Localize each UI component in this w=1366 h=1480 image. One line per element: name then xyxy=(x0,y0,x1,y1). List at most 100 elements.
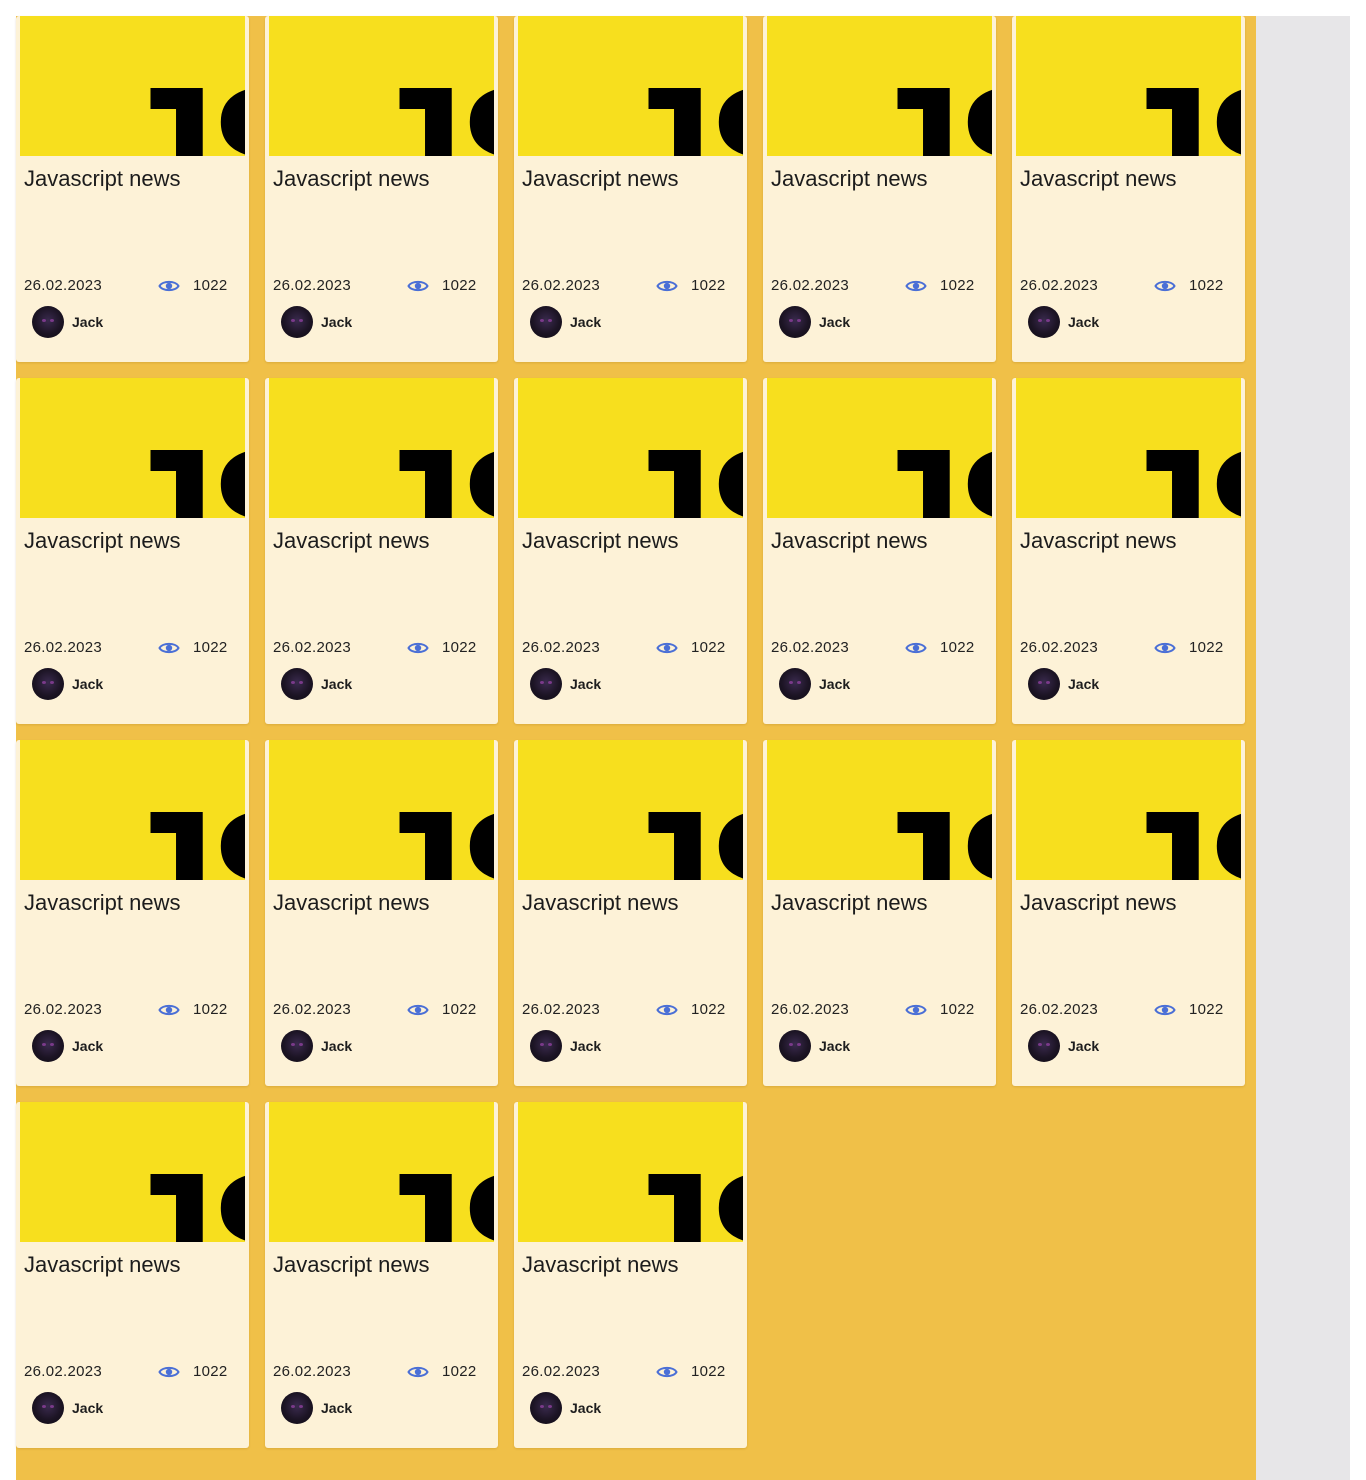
svg-text:JS: JS xyxy=(610,411,743,518)
news-card-author[interactable]: Jack xyxy=(819,676,850,692)
js-logo-image: JS xyxy=(767,16,992,156)
news-card-author[interactable]: Jack xyxy=(72,676,103,692)
news-card-author[interactable]: Jack xyxy=(570,1038,601,1054)
news-card-author[interactable]: Jack xyxy=(570,676,601,692)
avatar-eye xyxy=(50,319,54,322)
avatar-eye xyxy=(42,681,46,684)
news-card-title[interactable]: Javascript news xyxy=(24,1252,181,1278)
news-card-author[interactable]: Jack xyxy=(321,1038,352,1054)
avatar-eye xyxy=(42,319,46,322)
author-avatar[interactable] xyxy=(281,1030,313,1062)
author-avatar[interactable] xyxy=(779,668,811,700)
news-card-views: 1022 xyxy=(193,1001,228,1018)
news-card[interactable]: JS Javascript news 26.02.2023 1022 Jack xyxy=(514,378,747,724)
author-avatar[interactable] xyxy=(32,668,64,700)
news-card-image: JS xyxy=(767,16,992,156)
news-card[interactable]: JS Javascript news 26.02.2023 1022 Jack xyxy=(1012,16,1245,362)
news-card[interactable]: JS Javascript news 26.02.2023 1022 Jack xyxy=(265,16,498,362)
news-card-title[interactable]: Javascript news xyxy=(1020,528,1177,554)
news-card-author[interactable]: Jack xyxy=(321,314,352,330)
news-card-title[interactable]: Javascript news xyxy=(273,890,430,916)
news-card-author[interactable]: Jack xyxy=(321,1400,352,1416)
news-card-title[interactable]: Javascript news xyxy=(273,528,430,554)
news-card-author[interactable]: Jack xyxy=(1068,676,1099,692)
news-card[interactable]: JS Javascript news 26.02.2023 1022 Jack xyxy=(265,740,498,1086)
news-card[interactable]: JS Javascript news 26.02.2023 1022 Jack xyxy=(1012,378,1245,724)
news-card-title[interactable]: Javascript news xyxy=(522,890,679,916)
news-card-title[interactable]: Javascript news xyxy=(1020,166,1177,192)
news-card[interactable]: JS Javascript news 26.02.2023 1022 Jack xyxy=(514,740,747,1086)
author-avatar[interactable] xyxy=(32,1030,64,1062)
news-card[interactable]: JS Javascript news 26.02.2023 1022 Jack xyxy=(514,16,747,362)
news-card-title[interactable]: Javascript news xyxy=(522,1252,679,1278)
news-card[interactable]: JS Javascript news 26.02.2023 1022 Jack xyxy=(763,378,996,724)
news-card[interactable]: JS Javascript news 26.02.2023 1022 Jack xyxy=(1012,740,1245,1086)
avatar-eye xyxy=(1046,681,1050,684)
avatar-eye xyxy=(548,681,552,684)
author-avatar[interactable] xyxy=(281,668,313,700)
author-avatar[interactable] xyxy=(530,1030,562,1062)
news-card-image: JS xyxy=(269,740,494,880)
news-card-author[interactable]: Jack xyxy=(72,1400,103,1416)
avatar-eye xyxy=(540,681,544,684)
author-avatar[interactable] xyxy=(1028,668,1060,700)
avatar-eye xyxy=(797,681,801,684)
news-card-author[interactable]: Jack xyxy=(72,1038,103,1054)
author-avatar[interactable] xyxy=(281,1392,313,1424)
news-card-views: 1022 xyxy=(442,1363,477,1380)
news-card[interactable]: JS Javascript news 26.02.2023 1022 Jack xyxy=(763,740,996,1086)
news-card[interactable]: JS Javascript news 26.02.2023 1022 Jack xyxy=(16,378,249,724)
news-card-title[interactable]: Javascript news xyxy=(522,528,679,554)
news-card-author[interactable]: Jack xyxy=(819,314,850,330)
author-avatar[interactable] xyxy=(530,306,562,338)
news-card-title[interactable]: Javascript news xyxy=(273,166,430,192)
svg-text:JS: JS xyxy=(361,1135,494,1242)
author-avatar[interactable] xyxy=(779,306,811,338)
news-card-author[interactable]: Jack xyxy=(570,314,601,330)
news-card-title[interactable]: Javascript news xyxy=(24,890,181,916)
js-logo-image: JS xyxy=(20,740,245,880)
news-card-title[interactable]: Javascript news xyxy=(1020,890,1177,916)
eye-icon xyxy=(158,1366,180,1378)
news-card-author[interactable]: Jack xyxy=(321,676,352,692)
news-card[interactable]: JS Javascript news 26.02.2023 1022 Jack xyxy=(16,1102,249,1448)
avatar-eye xyxy=(797,319,801,322)
news-card-title[interactable]: Javascript news xyxy=(273,1252,430,1278)
news-card[interactable]: JS Javascript news 26.02.2023 1022 Jack xyxy=(763,16,996,362)
news-card-author[interactable]: Jack xyxy=(819,1038,850,1054)
avatar-eye xyxy=(299,319,303,322)
news-card[interactable]: JS Javascript news 26.02.2023 1022 Jack xyxy=(16,740,249,1086)
svg-text:JS: JS xyxy=(859,411,992,518)
news-card-author[interactable]: Jack xyxy=(570,1400,601,1416)
js-logo-image: JS xyxy=(20,1102,245,1242)
news-card-title[interactable]: Javascript news xyxy=(771,166,928,192)
news-card-title[interactable]: Javascript news xyxy=(771,528,928,554)
author-avatar[interactable] xyxy=(530,668,562,700)
author-avatar[interactable] xyxy=(530,1392,562,1424)
news-card-title[interactable]: Javascript news xyxy=(522,166,679,192)
news-card-title[interactable]: Javascript news xyxy=(771,890,928,916)
news-card[interactable]: JS Javascript news 26.02.2023 1022 Jack xyxy=(265,378,498,724)
author-avatar[interactable] xyxy=(32,1392,64,1424)
author-avatar[interactable] xyxy=(779,1030,811,1062)
news-card-views: 1022 xyxy=(442,1001,477,1018)
news-card-title[interactable]: Javascript news xyxy=(24,528,181,554)
author-avatar[interactable] xyxy=(1028,1030,1060,1062)
avatar-eye xyxy=(1038,1043,1042,1046)
news-card-author[interactable]: Jack xyxy=(1068,314,1099,330)
news-card-title[interactable]: Javascript news xyxy=(24,166,181,192)
news-grid: JS Javascript news 26.02.2023 1022 Jack … xyxy=(16,16,1245,1448)
news-card-image: JS xyxy=(518,1102,743,1242)
eye-icon xyxy=(656,280,678,292)
news-card[interactable]: JS Javascript news 26.02.2023 1022 Jack xyxy=(16,16,249,362)
author-avatar[interactable] xyxy=(32,306,64,338)
news-card-author[interactable]: Jack xyxy=(1068,1038,1099,1054)
js-logo-image: JS xyxy=(1016,16,1241,156)
author-avatar[interactable] xyxy=(281,306,313,338)
svg-text:JS: JS xyxy=(361,49,494,156)
js-logo-image: JS xyxy=(20,378,245,518)
news-card[interactable]: JS Javascript news 26.02.2023 1022 Jack xyxy=(265,1102,498,1448)
news-card[interactable]: JS Javascript news 26.02.2023 1022 Jack xyxy=(514,1102,747,1448)
news-card-author[interactable]: Jack xyxy=(72,314,103,330)
author-avatar[interactable] xyxy=(1028,306,1060,338)
